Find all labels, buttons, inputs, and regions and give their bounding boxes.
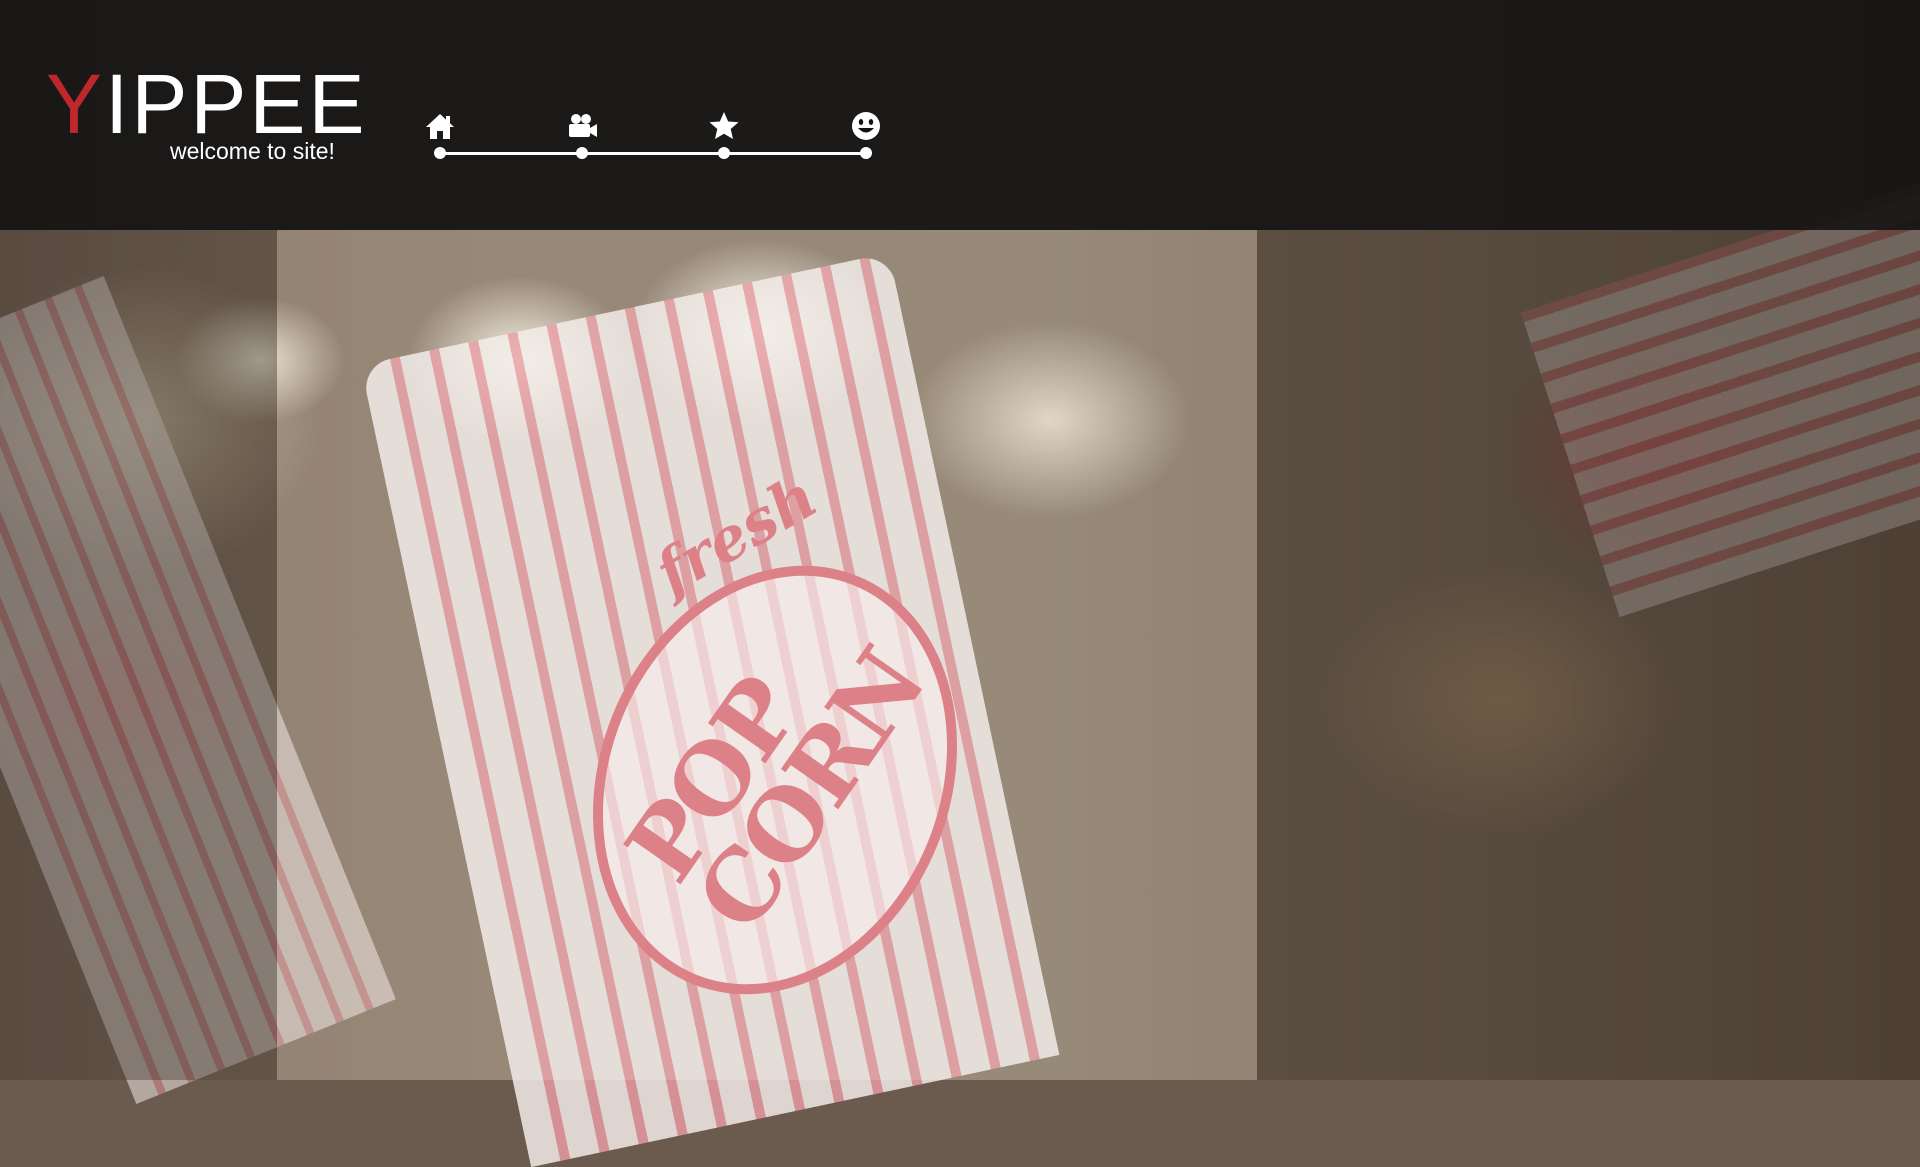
site-tagline: welcome to site! — [170, 138, 335, 164]
nav-item-favorites[interactable] — [694, 108, 754, 168]
nav-dot — [576, 147, 588, 159]
main-navigation — [410, 108, 890, 168]
logo-rest-text: IPPEE — [105, 57, 368, 151]
site-logo[interactable]: YIPPEE — [46, 62, 367, 146]
nav-dot — [860, 147, 872, 159]
nav-dot — [718, 147, 730, 159]
nav-item-home[interactable] — [410, 108, 470, 168]
video-camera-icon — [569, 114, 597, 137]
nav-dot — [434, 147, 446, 159]
site-header: YIPPEE welcome to site! — [0, 0, 1920, 230]
content-panel — [277, 230, 1257, 1080]
right-dim-overlay — [1257, 230, 1920, 1080]
smiley-icon — [852, 112, 880, 140]
home-icon — [426, 114, 454, 139]
nav-item-profile[interactable] — [836, 108, 896, 168]
nav-item-movies[interactable] — [552, 108, 612, 168]
left-dim-overlay — [0, 230, 277, 1080]
nav-timeline-line — [440, 152, 866, 155]
star-icon — [709, 112, 739, 139]
logo-accent-letter: Y — [46, 57, 106, 151]
